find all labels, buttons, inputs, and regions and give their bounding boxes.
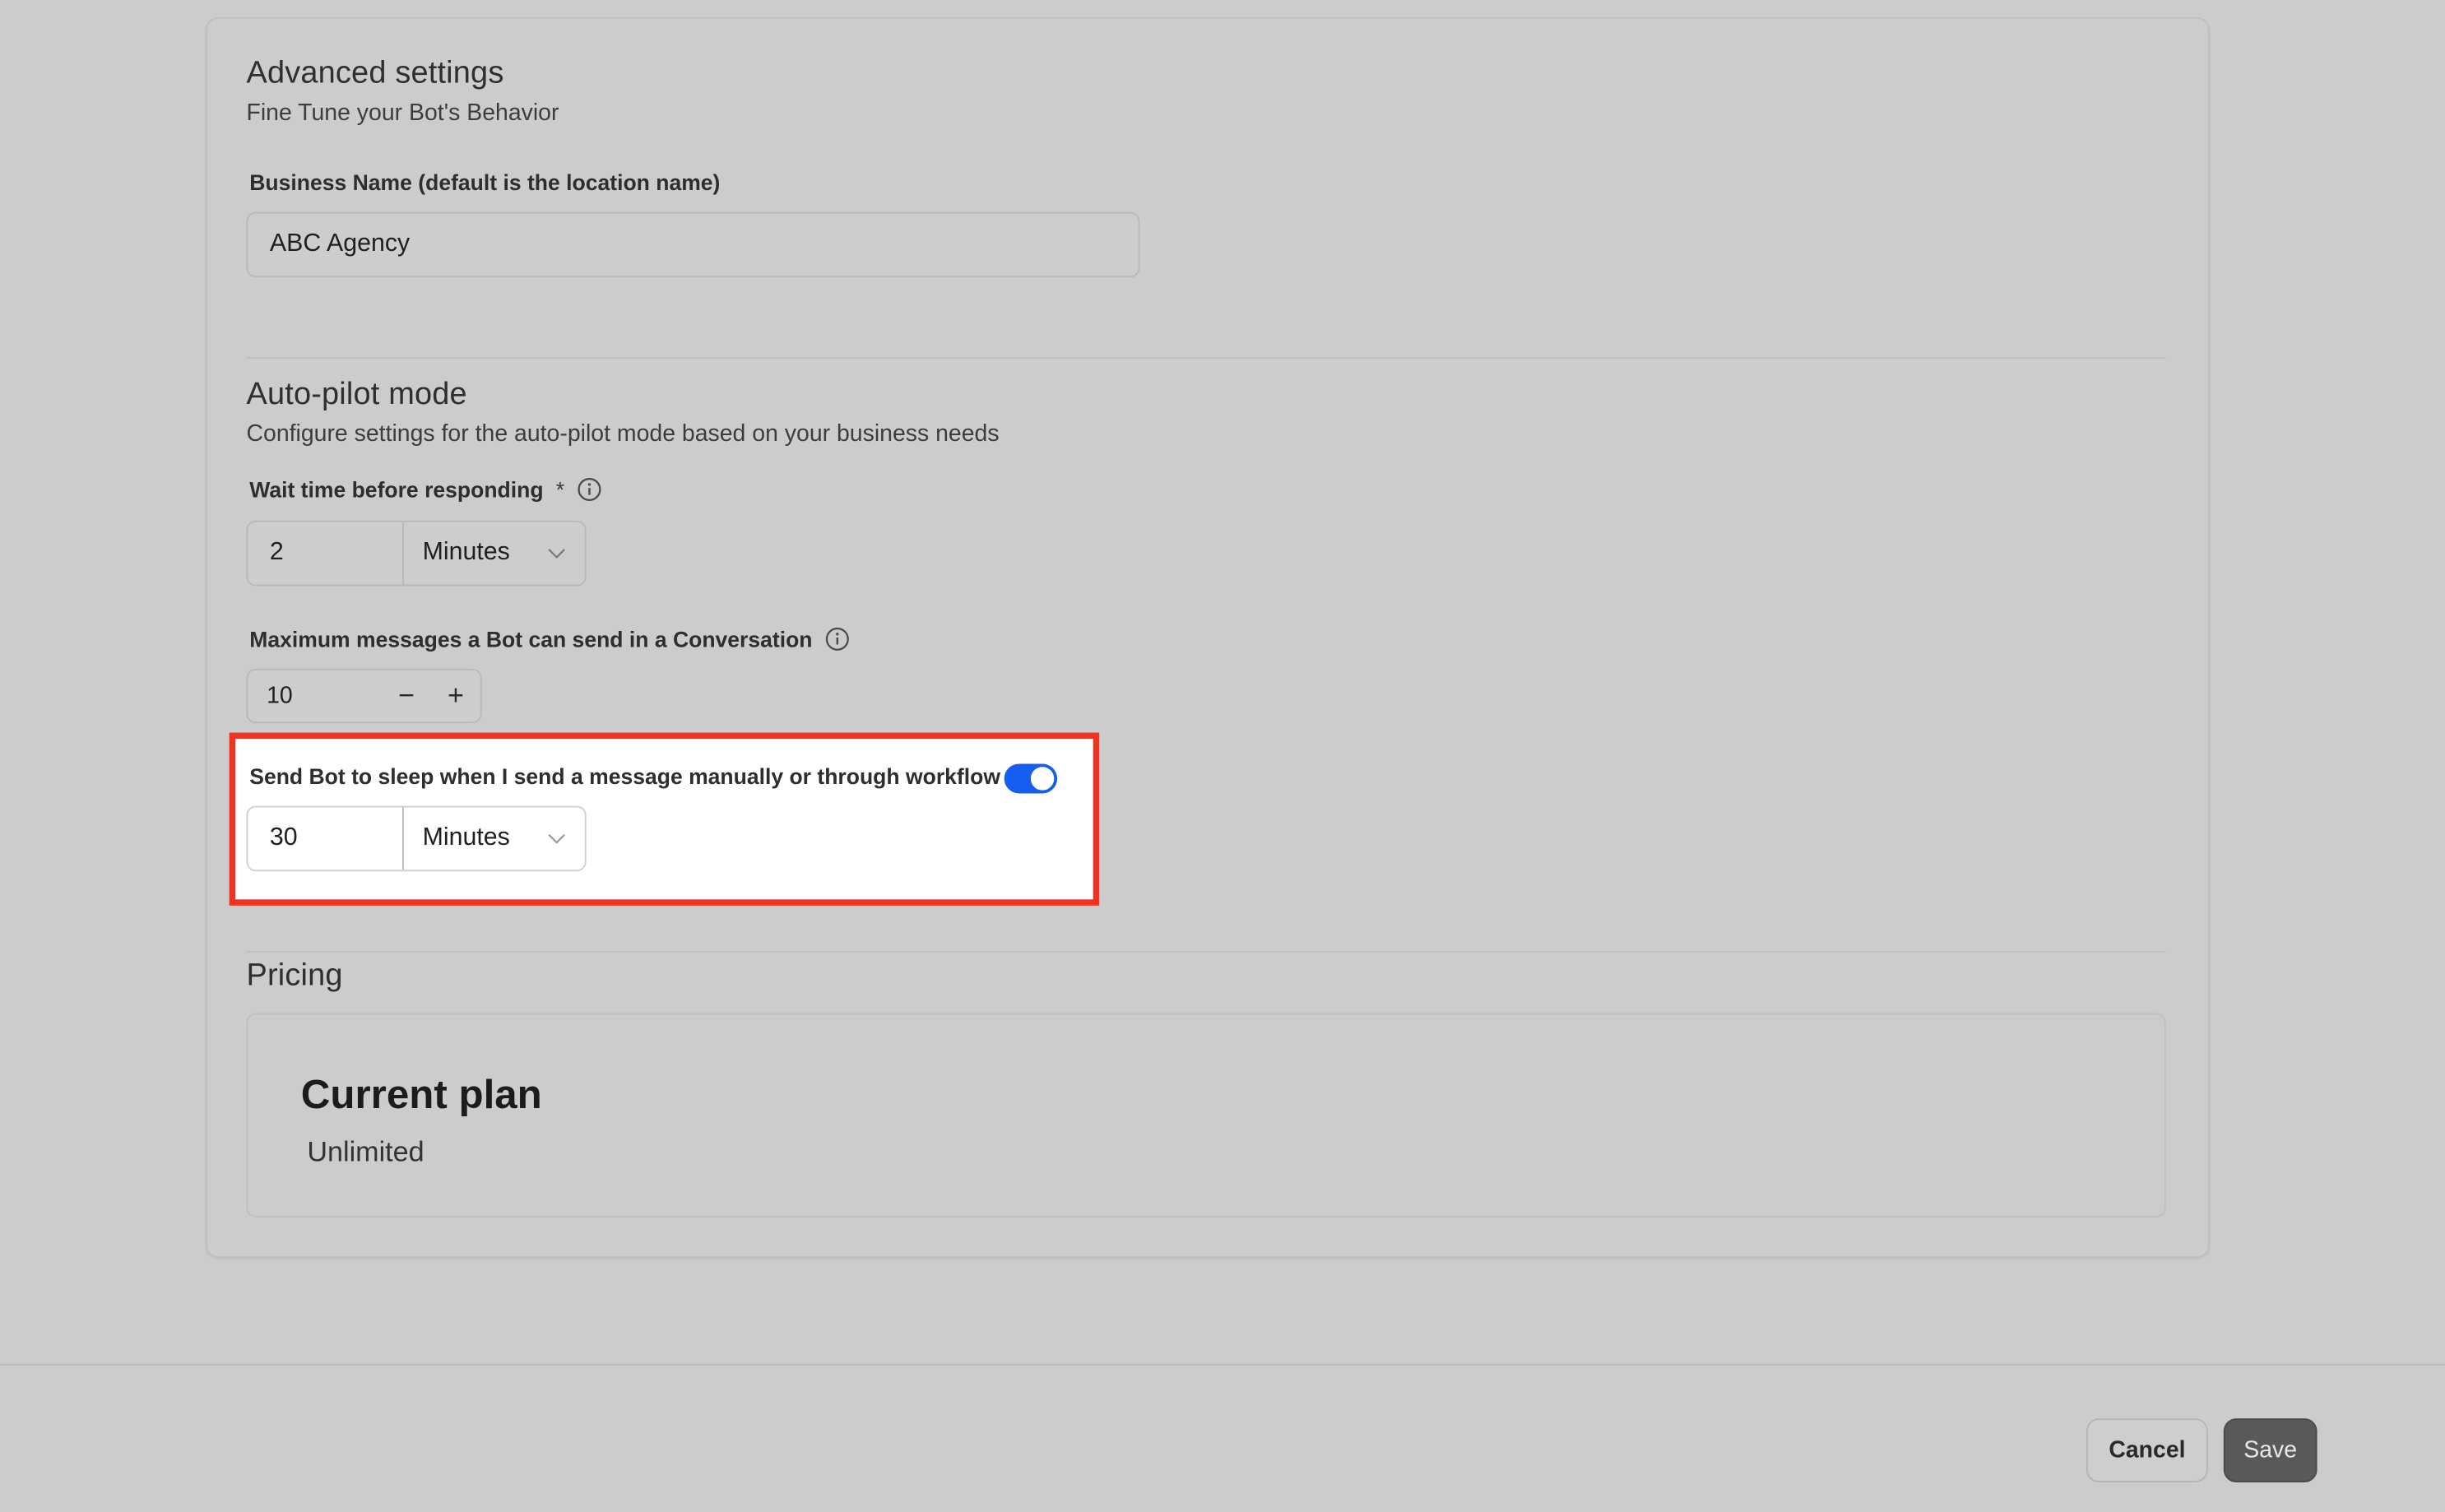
cancel-button[interactable]: Cancel [2086,1418,2208,1482]
current-plan-value: Unlimited [307,1136,425,1168]
max-messages-stepper: 10 − + [246,668,482,724]
autopilot-title: Auto-pilot mode [246,377,467,412]
sleep-duration-combo: 30 Minutes [246,805,587,872]
advanced-settings-subtitle: Fine Tune your Bot's Behavior [246,100,559,127]
info-icon[interactable] [577,477,601,502]
wait-time-input[interactable]: 2 [248,522,404,585]
autopilot-subtitle: Configure settings for the auto-pilot mo… [246,420,1000,448]
chevron-down-icon [547,540,566,568]
current-plan-box: Current plan Unlimited [246,1013,2166,1217]
business-name-value: ABC Agency [269,230,411,257]
wait-time-label-text: Wait time before responding [249,476,544,503]
max-messages-label: Maximum messages a Bot can send in a Con… [249,627,850,652]
section-divider [246,356,2166,359]
sleep-label: Send Bot to sleep when I send a message … [249,763,1000,788]
increment-button[interactable]: + [431,679,480,712]
sleep-toggle[interactable] [1004,763,1058,794]
sleep-label-text: Send Bot to sleep when I send a message … [249,763,1000,789]
wait-time-combo: 2 Minutes [246,520,587,587]
pricing-title: Pricing [246,958,343,993]
toggle-knob [1030,767,1055,791]
wait-time-label: Wait time before responding * [249,477,601,502]
wait-time-unit-select[interactable]: Minutes [404,522,585,585]
sleep-duration-unit-select[interactable]: Minutes [403,807,585,870]
max-messages-input[interactable]: 10 [248,683,382,709]
sleep-duration-input[interactable]: 30 [248,807,404,870]
footer-divider [0,1363,2445,1366]
current-plan-title: Current plan [300,1070,542,1118]
advanced-settings-title: Advanced settings [246,56,504,90]
sleep-duration-unit-value: Minutes [422,824,510,851]
save-button[interactable]: Save [2223,1418,2317,1482]
chevron-down-icon [547,824,566,852]
business-name-input[interactable]: ABC Agency [246,211,1140,278]
max-messages-label-text: Maximum messages a Bot can send in a Con… [249,626,813,652]
business-name-label: Business Name (default is the location n… [249,170,720,195]
business-name-label-text: Business Name (default is the location n… [249,169,721,195]
section-divider [246,950,2166,953]
info-icon[interactable] [825,627,850,652]
required-asterisk: * [555,476,565,503]
decrement-button[interactable]: − [382,679,431,712]
page: Advanced settings Fine Tune your Bot's B… [0,0,2445,1512]
wait-time-unit-value: Minutes [422,539,510,566]
